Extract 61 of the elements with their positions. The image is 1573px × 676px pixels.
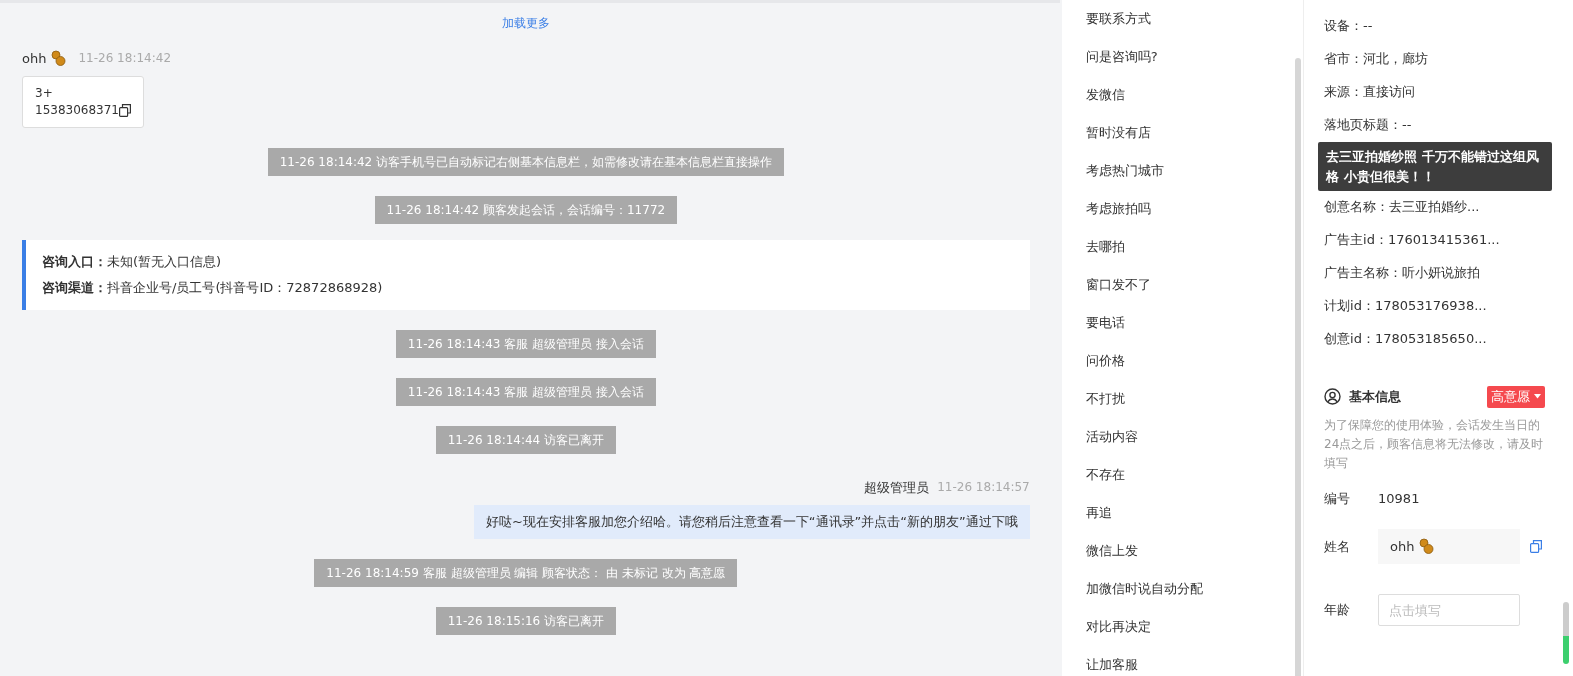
system-notice: 11-26 18:14:43 客服 超级管理员 接入会话 [395, 329, 656, 358]
info-text: 创意id：178053185650... [1324, 331, 1487, 346]
message-text: 15383068371 [35, 101, 119, 119]
timestamp: 11-26 18:14:57 [937, 478, 1030, 496]
message-text: 3+ [35, 85, 53, 102]
info-text: 计划id：178053176938... [1324, 298, 1487, 313]
load-more-link[interactable]: 加载更多 [501, 16, 550, 30]
info-text: 设备：-- [1324, 18, 1373, 33]
timestamp: 11-26 18:14:42 [78, 50, 171, 68]
quick-reply-item[interactable]: 考虑热门城市 [1085, 162, 1294, 200]
field-label: 年龄 [1324, 601, 1352, 620]
intent-dropdown[interactable]: 高意愿 [1487, 386, 1546, 408]
user-circle-icon [1324, 388, 1342, 406]
system-notice: 11-26 18:14:43 客服 超级管理员 接入会话 [395, 377, 656, 406]
quick-reply-item[interactable]: 窗口发不了 [1085, 276, 1294, 314]
copy-icon [119, 103, 131, 117]
peanut-icon [1418, 538, 1435, 555]
info-text: 来源：直接访问 [1324, 84, 1416, 99]
quick-reply-item[interactable]: 暂时没有店 [1085, 124, 1294, 162]
field-value: ohh [1390, 537, 1415, 556]
copy-icon [1530, 539, 1543, 553]
quick-reply-item[interactable]: 加微信时说自动分配 [1085, 580, 1294, 618]
tooltip: 去三亚拍婚纱照 千万不能错过这组风格 小贵但很美！！ [1318, 142, 1553, 191]
info-text: 广告主id：176013415361... [1324, 232, 1500, 247]
quick-reply-item[interactable]: 活动内容 [1085, 428, 1294, 466]
source-info-text: 咨询渠道：抖音企业号/员工号(抖音号ID：72872868928) [42, 278, 384, 297]
caret-icon [1534, 394, 1542, 400]
age-field[interactable]: 点击填写 [1378, 594, 1521, 627]
quick-reply-item[interactable]: 问是咨询吗? [1085, 48, 1294, 86]
sender-name: 超级管理员 [864, 478, 930, 497]
field-label: 编号 [1324, 490, 1352, 509]
section-title: 基本信息 [1349, 388, 1402, 406]
info-text: 创意名称：去三亚拍婚纱... [1324, 199, 1480, 214]
field-label: 姓名 [1324, 537, 1352, 556]
quick-reply-item[interactable]: 要联系方式 [1085, 10, 1294, 48]
sender-name: ohh [22, 49, 47, 68]
quick-reply-item[interactable]: 对比再决定 [1085, 618, 1294, 656]
field-value: 10981 [1378, 490, 1420, 509]
notice-text: 为了保障您的使用体验，会话发生当日的24点之后，顾客信息将无法修改，请及时填写 [1324, 416, 1545, 472]
info-text: 落地页标题：-- [1324, 117, 1412, 132]
quick-reply-item[interactable]: 要电话 [1085, 314, 1294, 352]
message-bubble: 好哒~现在安排客服加您介绍哈。请您稍后注意查看一下“通讯录”并点击“新的朋友”通过下哦 [473, 505, 1030, 539]
system-notice: 11-26 18:14:42 顾客发起会话，会话编号：11772 [374, 195, 678, 224]
source-info-text: 咨询入口：未知(暂无入口信息) [42, 252, 223, 271]
quick-reply-item[interactable]: 问价格 [1085, 352, 1294, 390]
quick-reply-item[interactable]: 微信上发 [1085, 542, 1294, 580]
quick-reply-item[interactable]: 发微信 [1085, 86, 1294, 124]
quick-reply-item[interactable]: 不打扰 [1085, 390, 1294, 428]
system-notice: 11-26 18:14:59 客服 超级管理员 编辑 顾客状态： 由 未标记 改为 高意愿 [314, 558, 738, 587]
quick-reply-item[interactable]: 考虑旅拍吗 [1085, 200, 1294, 238]
quick-reply-item[interactable]: 去哪拍 [1085, 238, 1294, 276]
name-field[interactable]: ohh [1378, 528, 1521, 565]
system-notice: 11-26 18:15:16 访客已离开 [435, 606, 617, 635]
quick-reply-item[interactable]: 再追 [1085, 504, 1294, 542]
quick-reply-item[interactable]: 让加客服 [1085, 656, 1294, 676]
info-text: 省市：河北，廊坊 [1324, 51, 1429, 66]
quick-reply-item[interactable]: 不存在 [1085, 466, 1294, 504]
peanut-icon [50, 50, 67, 67]
system-notice: 11-26 18:14:44 访客已离开 [435, 425, 617, 454]
system-notice: 11-26 18:14:42 访客手机号已自动标记右侧基本信息栏，如需修改请在基本信息栏直接操作 [267, 147, 785, 176]
info-text: 广告主名称：听小妍说旅拍 [1324, 265, 1481, 280]
